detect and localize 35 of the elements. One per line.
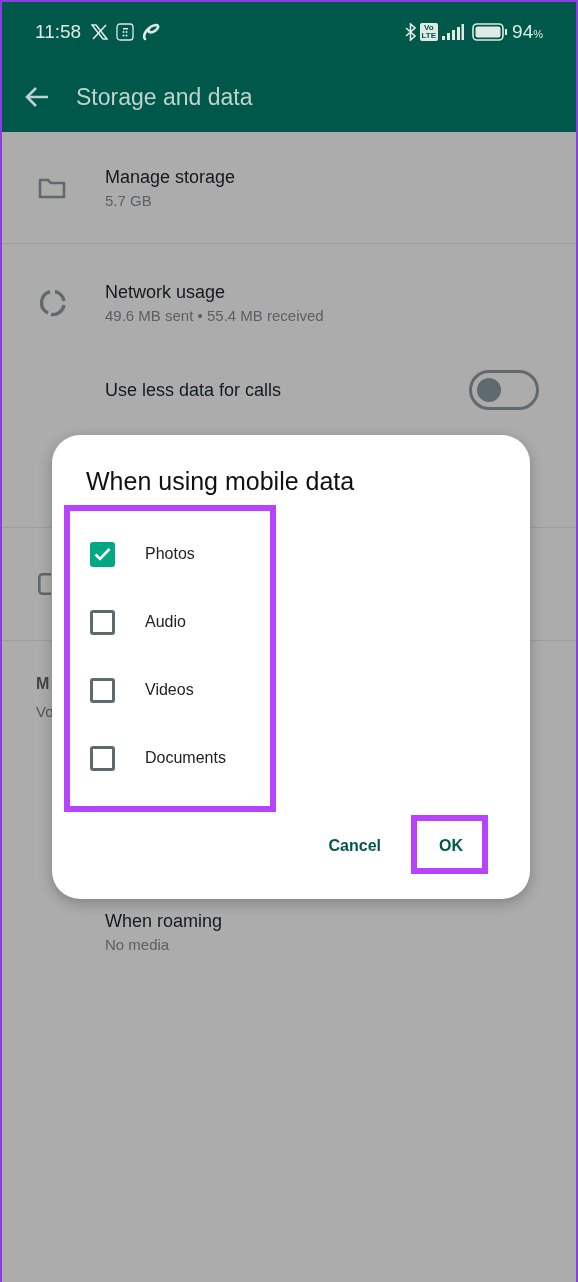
checkbox-label: Audio xyxy=(145,613,186,631)
section-header: M xyxy=(36,675,50,693)
screen-title: Storage and data xyxy=(76,83,253,111)
setting-title: Network usage xyxy=(105,281,227,303)
battery-icon xyxy=(472,23,509,41)
setting-subtitle: No media xyxy=(105,936,171,953)
setting-subtitle: 49.6 MB sent • 55.4 MB received xyxy=(105,306,325,324)
checkbox-label: Documents xyxy=(145,749,226,767)
signal-icon xyxy=(442,24,465,40)
dialog-title: When using mobile data xyxy=(86,466,356,497)
clock: 11:58 xyxy=(35,21,82,43)
volte-badge: Vo LTE xyxy=(419,23,439,41)
cancel-button[interactable]: Cancel xyxy=(314,824,395,868)
setting-title: Use less data for calls xyxy=(105,379,283,401)
back-button[interactable] xyxy=(24,86,50,108)
setting-subtitle: 5.7 GB xyxy=(105,191,153,209)
checkbox-label: Videos xyxy=(145,681,194,699)
setting-title: Manage storage xyxy=(105,166,237,188)
calculator-icon xyxy=(116,23,135,41)
folder-icon xyxy=(38,176,66,199)
setting-title: When roaming xyxy=(105,911,224,932)
checkbox[interactable] xyxy=(90,677,115,703)
circle-chart-icon xyxy=(38,287,68,318)
battery-percent: 94% xyxy=(512,21,543,43)
swirl-logo-icon xyxy=(142,23,161,41)
checkbox[interactable] xyxy=(90,609,115,635)
badge-icon xyxy=(38,573,51,595)
ok-button[interactable]: OK xyxy=(425,824,477,868)
check-icon xyxy=(94,547,111,561)
checkbox-label: Photos xyxy=(145,545,195,563)
toggle-switch[interactable] xyxy=(469,370,539,410)
x-logo-icon xyxy=(91,24,109,40)
checkbox[interactable] xyxy=(90,745,115,771)
checkbox[interactable] xyxy=(90,541,115,567)
bluetooth-icon xyxy=(404,23,416,41)
